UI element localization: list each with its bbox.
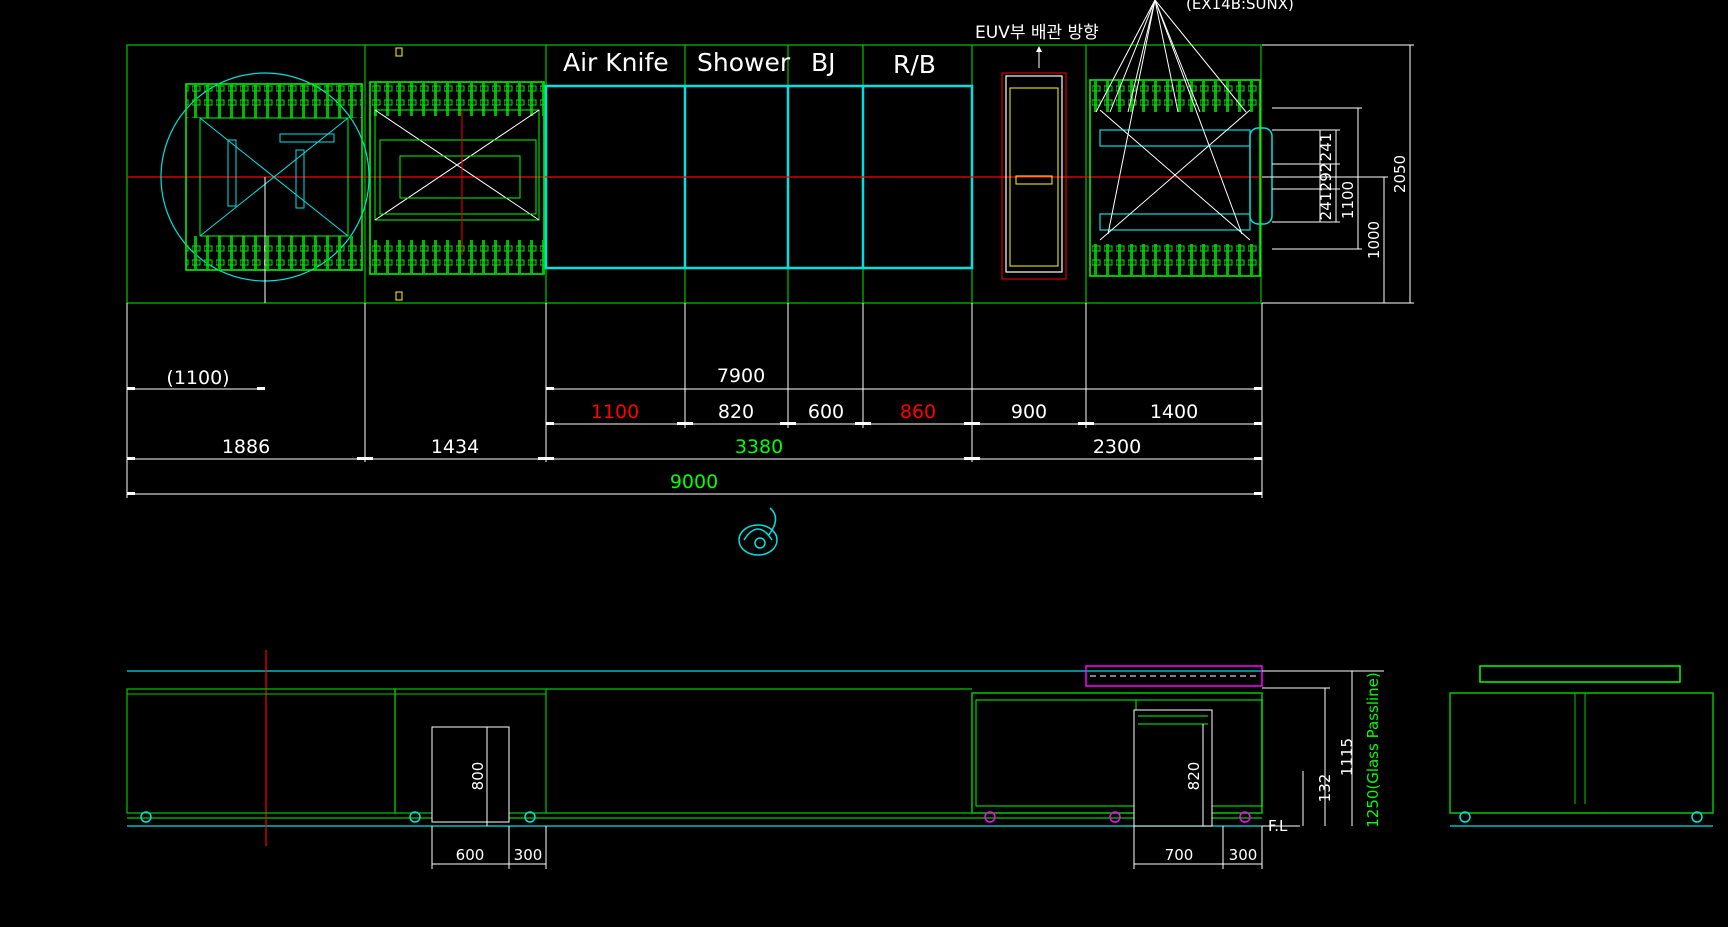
dim-241-top: 241 (1317, 133, 1335, 162)
dim-1000-vertical: 1000 (1365, 221, 1383, 259)
dim-900: 900 (1011, 401, 1047, 423)
dim-elev-700: 700 (1165, 846, 1194, 864)
dim-elev-300-left: 300 (514, 846, 543, 864)
dim-600: 600 (808, 401, 844, 423)
dim-2300: 2300 (1093, 436, 1141, 458)
dim-elev-300-right: 300 (1229, 846, 1258, 864)
dim-241-bottom: 241 (1317, 192, 1335, 221)
dim-820: 820 (718, 401, 754, 423)
dim-3380: 3380 (735, 436, 783, 458)
transfer-module (369, 47, 545, 301)
elevation-view (126, 650, 1714, 846)
sensor-leaders (1095, 0, 1247, 235)
label-shower: Shower (697, 48, 791, 77)
plan-dimensions: (1100) 7900 1100 820 600 860 900 1400 18… (126, 44, 1414, 556)
dim-1100-paren: (1100) (166, 367, 229, 389)
label-rb: R/B (893, 50, 936, 79)
robot-symbol (738, 507, 778, 556)
euv-unit (1001, 46, 1067, 280)
dim-1886: 1886 (222, 436, 270, 458)
dim-1400: 1400 (1150, 401, 1198, 423)
dim-2050-vertical: 2050 (1391, 155, 1409, 193)
dim-elev-800: 800 (469, 762, 487, 791)
label-euv-direction: EUV부 배관 방향 (975, 23, 1099, 43)
dim-1434: 1434 (431, 436, 479, 458)
dim-292: 292 (1317, 163, 1335, 192)
turn-table-module (160, 72, 370, 303)
label-air-knife: Air Knife (563, 48, 669, 77)
extension-lines (126, 303, 1263, 498)
dim-elev-820: 820 (1185, 762, 1203, 791)
dim-860: 860 (900, 401, 936, 423)
label-floor-level: F.L (1268, 817, 1288, 835)
label-bj: BJ (811, 48, 836, 77)
cad-drawing: Air Knife Shower BJ R/B EUV부 배관 방향 (EX14… (126, 0, 1714, 869)
dim-1100-vertical: 1100 (1339, 181, 1357, 219)
unloader-module (1089, 79, 1273, 277)
plan-view: Air Knife Shower BJ R/B EUV부 배관 방향 (EX14… (126, 0, 1294, 304)
dim-elev-1115: 1115 (1338, 738, 1356, 776)
dim-elev-600: 600 (456, 846, 485, 864)
dim-elev-132: 132 (1316, 774, 1334, 803)
dim-1100: 1100 (591, 401, 639, 423)
label-sensor-note: (EX14B:SUNX) (1186, 0, 1294, 13)
dim-7900: 7900 (717, 365, 765, 387)
dim-9000: 9000 (670, 471, 718, 493)
elevation-dimensions: 800 600 300 820 700 300 132 1115 1250(Gl… (431, 670, 1384, 869)
dim-elev-1250-passline: 1250(Glass Passline) (1364, 672, 1382, 828)
